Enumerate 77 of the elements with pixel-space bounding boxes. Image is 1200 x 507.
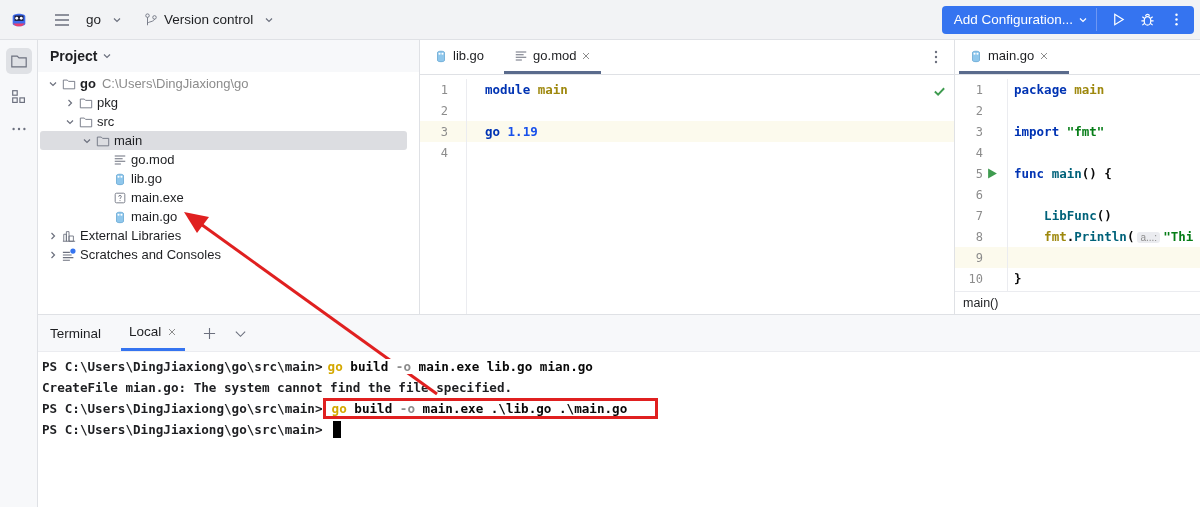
editor-tab[interactable]: main.go (959, 40, 1070, 74)
folder-icon (79, 114, 93, 129)
line-number: 5 (974, 166, 983, 181)
chevron-down-icon (102, 51, 113, 61)
menu-icon[interactable] (54, 11, 70, 28)
unknown-file-icon (113, 190, 127, 205)
highlighted-command: go build -o main.exe .\lib.go .\main.go (322, 398, 659, 419)
tree-item[interactable]: pkg (40, 93, 407, 112)
line-number: 2 (974, 103, 983, 118)
gopher-icon (434, 48, 448, 63)
gopher-icon (113, 171, 127, 186)
code-line: } (1013, 271, 1022, 286)
code-line: LibFunc() (1043, 208, 1112, 223)
terminal-tab[interactable]: Local (121, 315, 186, 351)
terminal-command: go build -o main.exe lib.go mian.go (325, 359, 595, 374)
vcs-dropdown[interactable]: Version control (138, 8, 281, 31)
library-icon (62, 228, 76, 243)
bug-icon[interactable] (1140, 12, 1155, 27)
code-line: import "fmt" (1013, 124, 1105, 139)
terminal-title: Terminal (50, 325, 101, 341)
folder-icon (96, 133, 110, 148)
tree-item[interactable]: main (40, 131, 407, 150)
chevron-icon[interactable] (48, 230, 58, 241)
line-number: 3 (974, 124, 983, 139)
more-icon[interactable] (934, 49, 938, 65)
line-number: 8 (974, 229, 983, 244)
folder-icon (9, 52, 28, 70)
line-number: 9 (974, 250, 983, 265)
editor-tab[interactable]: lib.go (424, 40, 505, 74)
line-number: 1 (974, 82, 983, 97)
folder-icon (62, 76, 76, 91)
run-icon[interactable] (1111, 12, 1126, 27)
branch-icon (144, 12, 159, 27)
tree-item[interactable]: go C:\Users\DingJiaxiong\go (40, 74, 407, 93)
code-line: fmt.Println( a...: "Thi (1043, 229, 1194, 244)
gopher-icon (969, 48, 983, 63)
gopher-icon (113, 209, 127, 224)
tree-item[interactable]: go.mod (40, 150, 407, 169)
tree-item[interactable]: main.go (40, 207, 407, 226)
close-icon[interactable] (581, 50, 592, 61)
code-line: go 1.19 (484, 124, 538, 139)
run-configuration-button[interactable]: Add Configuration... (945, 8, 1097, 31)
folder-icon (79, 95, 93, 110)
breadcrumb[interactable]: main() (963, 296, 999, 310)
code-line: func main() { (1013, 166, 1112, 181)
close-icon[interactable] (1039, 50, 1050, 61)
terminal-prompt: PS C:\Users\DingJiaxiong\go\src\main> (42, 401, 323, 416)
terminal-prompt: PS C:\Users\DingJiaxiong\go\src\main> (42, 422, 323, 437)
tree-item[interactable]: lib.go (40, 169, 407, 188)
line-number: 6 (974, 187, 983, 202)
project-tool-button[interactable] (5, 48, 32, 74)
tree-item[interactable]: main.exe (40, 188, 407, 207)
tree-item[interactable]: Scratches and Consoles (40, 245, 407, 264)
line-number: 1 (439, 82, 448, 97)
tree-item[interactable]: src (40, 112, 407, 131)
line-number: 7 (974, 208, 983, 223)
line-number: 4 (439, 145, 448, 160)
add-icon[interactable] (203, 326, 217, 340)
line-number: 10 (967, 271, 983, 286)
text-file-icon (514, 48, 529, 63)
terminal-prompt: PS C:\Users\DingJiaxiong\go\src\main> (42, 359, 323, 374)
editor-tab[interactable]: go.mod (504, 40, 602, 74)
close-icon[interactable] (167, 326, 178, 337)
line-number: 4 (974, 145, 983, 160)
workspace-dropdown[interactable]: go (80, 8, 129, 31)
structure-icon[interactable] (9, 88, 28, 106)
line-number: 3 (439, 124, 448, 139)
tool-window-title-dropdown[interactable]: Project (44, 46, 119, 66)
line-number: 2 (439, 103, 448, 118)
text-file-icon (113, 152, 127, 167)
tree-item[interactable]: External Libraries (40, 226, 407, 245)
code-line: package main (1013, 82, 1105, 97)
chevron-icon[interactable] (48, 249, 58, 260)
chevron-icon[interactable] (65, 97, 75, 108)
scratches-icon (62, 247, 76, 262)
run-icon[interactable] (986, 168, 998, 179)
code-line: module main (484, 82, 568, 97)
